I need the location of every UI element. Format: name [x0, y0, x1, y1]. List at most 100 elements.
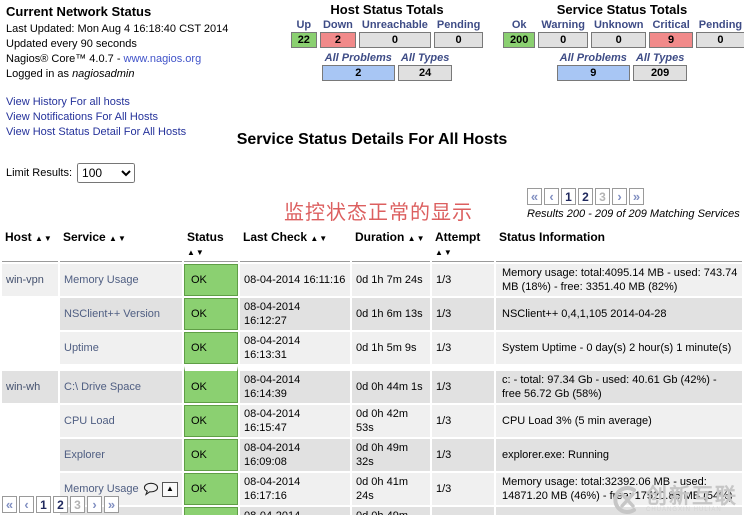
sort-arrows-icon[interactable]: ▲▼	[408, 234, 426, 243]
view-notifications-link[interactable]: View Notifications For All Hosts	[6, 110, 268, 125]
comment-icon[interactable]	[143, 482, 159, 496]
service-totals-label-unknown[interactable]: Unknown	[591, 19, 647, 31]
service-link[interactable]: Explorer	[64, 448, 105, 462]
host-totals-label-down[interactable]: Down	[320, 19, 356, 31]
bottom-page-1-button[interactable]: 1	[36, 496, 51, 513]
service-link[interactable]: Uptime	[64, 341, 99, 355]
service-status-table: Host ▲▼ Service ▲▼ Status ▲▼ Last Check ▲▼ D…	[0, 226, 744, 515]
limit-results-select[interactable]: 100	[77, 163, 136, 183]
sort-arrows-icon[interactable]: ▲▼	[187, 248, 205, 257]
service-totals-value-ok[interactable]: 200	[503, 32, 536, 48]
host-all-types-label[interactable]: All Types	[398, 52, 453, 64]
service-all-types-label[interactable]: All Types	[633, 52, 688, 64]
pagination-top-wrap: « ‹ 1 2 3 › » Results 200 - 209 of 209 M…	[527, 188, 743, 220]
annotation-text: 监控状态正常的显示	[284, 202, 473, 224]
host-totals-label-unreachable[interactable]: Unreachable	[359, 19, 431, 31]
page-2-button[interactable]: 2	[578, 188, 593, 205]
host-all-problems-label[interactable]: All Problems	[322, 52, 395, 64]
bottom-page-last-button[interactable]: »	[104, 496, 119, 513]
limit-results: Limit Results: 100	[6, 163, 136, 183]
col-header-host[interactable]: Host ▲▼	[2, 228, 58, 262]
results-count-text: Results 200 - 209 of 209 Matching Servic…	[527, 208, 740, 220]
host-cell[interactable]: win-vpn	[2, 264, 58, 296]
service-totals-label-critical[interactable]: Critical	[649, 19, 692, 31]
service-totals-value-pending[interactable]: 0	[695, 32, 744, 48]
bottom-page-next-button[interactable]: ›	[87, 496, 102, 513]
sort-arrows-icon[interactable]: ▲▼	[435, 248, 453, 257]
arrow-box-icon[interactable]: ▲	[162, 481, 178, 497]
duration-cell: 0d 0h 49m 32s	[352, 439, 430, 471]
status-info-cell: explorer.exe: Running	[496, 439, 742, 471]
service-link[interactable]: Memory Usage	[64, 273, 139, 287]
sort-arrows-icon[interactable]: ▲▼	[310, 234, 328, 243]
pagination-bottom: « ‹ 1 2 3 › »	[2, 496, 121, 513]
service-all-problems-value[interactable]: 9	[556, 65, 630, 81]
status-cell: OK	[184, 298, 238, 330]
network-status-title: Current Network Status	[6, 4, 152, 19]
last-updated-text: Last Updated: Mon Aug 4 16:18:40 CST 201…	[6, 23, 229, 35]
col-header-attempt[interactable]: Attempt ▲▼	[432, 228, 494, 262]
bottom-page-3-current: 3	[70, 496, 85, 513]
col-header-last-check[interactable]: Last Check ▲▼	[240, 228, 350, 262]
host-cell	[2, 332, 58, 364]
service-all-types-value[interactable]: 209	[632, 65, 688, 81]
service-totals-values: 200 0 0 9 0	[503, 32, 744, 48]
service-all-problems-label[interactable]: All Problems	[557, 52, 630, 64]
host-all-types-value[interactable]: 24	[397, 65, 453, 81]
nagios-version-text: Nagios® Core™ 4.0.7 -	[6, 53, 124, 65]
host-totals-value-pending[interactable]: 0	[433, 32, 484, 48]
service-totals-value-unknown[interactable]: 0	[590, 32, 647, 48]
service-link[interactable]: CPU Load	[64, 414, 115, 428]
host-cell	[2, 439, 58, 471]
host-totals-value-unreachable[interactable]: 0	[358, 32, 431, 48]
page-next-button[interactable]: ›	[612, 188, 627, 205]
status-info-cell: NSClient++ 0,4,1,105 2014-04-28	[496, 298, 742, 330]
status-cell: OK	[184, 366, 238, 403]
sort-arrows-icon[interactable]: ▲▼	[109, 234, 127, 243]
service-cell: Memory Usage	[60, 264, 182, 296]
service-status-totals: Service Status Totals Ok Warning Unknown Cr…	[500, 2, 744, 82]
service-totals-value-warning[interactable]: 0	[538, 32, 588, 48]
host-totals-value-up[interactable]: 22	[290, 32, 317, 48]
status-info-cell: NSClient++ 0,4,1,105 2014-04-28	[496, 507, 742, 515]
service-totals-label-ok[interactable]: Ok	[503, 19, 535, 31]
page-prev-button[interactable]: ‹	[544, 188, 559, 205]
host-totals-label-pending[interactable]: Pending	[434, 19, 483, 31]
last-check-cell: 08-04-2014 16:11:16	[240, 264, 350, 296]
service-link[interactable]: NSClient++ Version	[64, 307, 160, 321]
col-header-status[interactable]: Status ▲▼	[184, 228, 238, 262]
page-last-button[interactable]: »	[629, 188, 644, 205]
service-totals-value-critical[interactable]: 9	[649, 32, 693, 48]
bottom-page-first-button[interactable]: «	[2, 496, 17, 513]
service-row: win-wh C:\ Drive Space OK 08-04-2014 16:…	[2, 366, 742, 403]
host-totals-label-up[interactable]: Up	[291, 19, 317, 31]
service-link[interactable]: Memory Usage	[64, 482, 139, 496]
last-check-cell: 08-04-2014 16:14:39	[240, 366, 350, 403]
sort-arrows-icon[interactable]: ▲▼	[35, 234, 53, 243]
service-link[interactable]: C:\ Drive Space	[64, 380, 141, 394]
view-history-link[interactable]: View History For all hosts	[6, 95, 268, 110]
service-totals-label-warning[interactable]: Warning	[538, 19, 588, 31]
attempt-cell: 1/3	[432, 298, 494, 330]
host-cell	[2, 298, 58, 330]
nagios-version-line: Nagios® Core™ 4.0.7 - www.nagios.org	[6, 52, 268, 67]
bottom-page-prev-button[interactable]: ‹	[19, 496, 34, 513]
host-all-problems-value[interactable]: 2	[321, 65, 395, 81]
service-cell: CPU Load	[60, 405, 182, 437]
col-header-duration[interactable]: Duration ▲▼	[352, 228, 430, 262]
duration-cell: 0d 0h 41m 24s	[352, 473, 430, 505]
host-cell	[2, 405, 58, 437]
col-header-service[interactable]: Service ▲▼	[60, 228, 182, 262]
page: Current Network Status Last Updated: Mon…	[0, 0, 744, 515]
nagios-org-link[interactable]: www.nagios.org	[124, 53, 202, 65]
attempt-cell: 1/3	[432, 405, 494, 437]
col-header-status-information: Status Information	[496, 228, 742, 262]
duration-cell: 0d 0h 42m 53s	[352, 405, 430, 437]
page-first-button[interactable]: «	[527, 188, 542, 205]
limit-results-label: Limit Results:	[6, 167, 73, 179]
page-1-button[interactable]: 1	[561, 188, 576, 205]
bottom-page-2-button[interactable]: 2	[53, 496, 68, 513]
service-totals-label-pending[interactable]: Pending	[696, 19, 744, 31]
host-totals-value-down[interactable]: 2	[319, 32, 356, 48]
host-cell[interactable]: win-wh	[2, 366, 58, 403]
